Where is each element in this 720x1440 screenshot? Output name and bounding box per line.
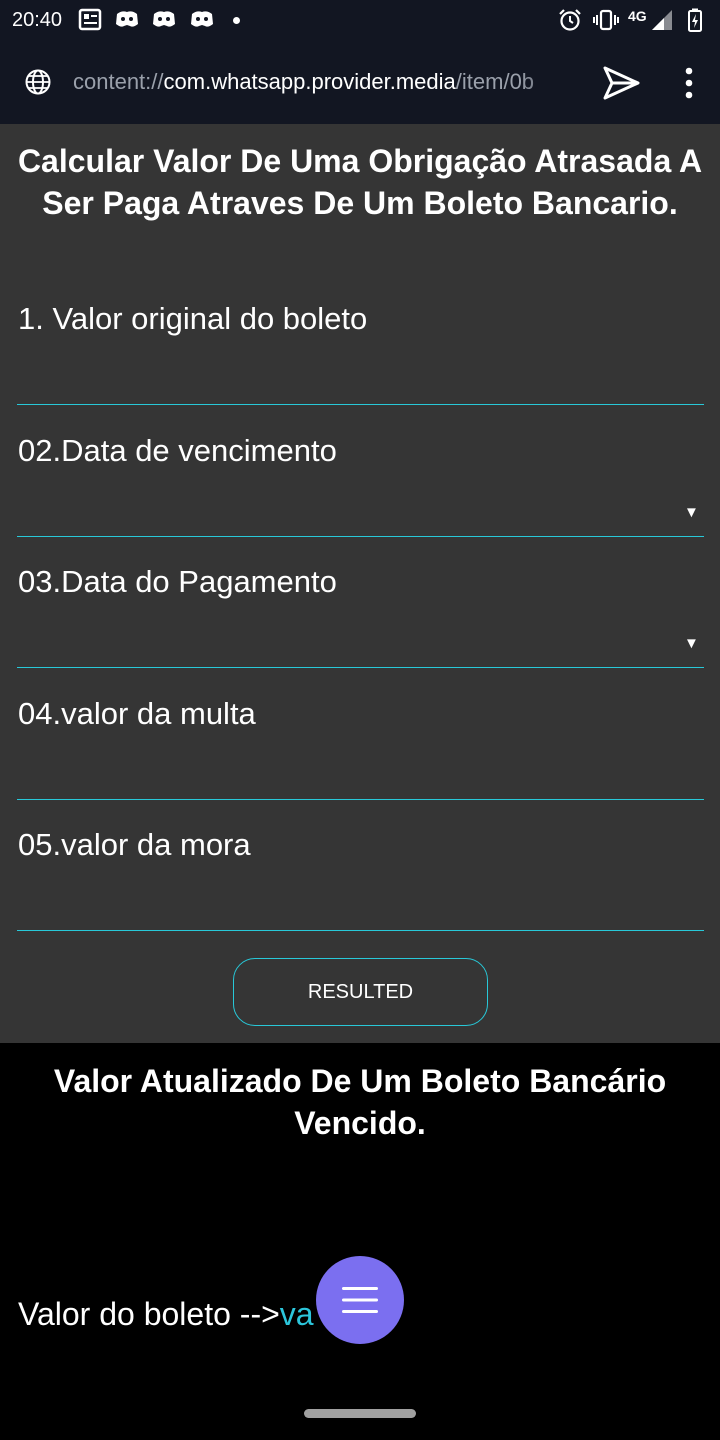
result-line: Valor do boleto -->va: [18, 1296, 314, 1333]
resulted-button[interactable]: RESULTED: [233, 958, 488, 1026]
status-time: 20:40: [12, 9, 63, 31]
url-host: com.whatsapp.provider.media: [163, 69, 456, 94]
result-title: Valor Atualizado De Um Boleto Bancário V…: [53, 1063, 667, 1141]
vibrate-icon: [593, 9, 619, 31]
more-vert-icon[interactable]: [684, 67, 694, 99]
dropdown-arrow-icon[interactable]: ▼: [684, 635, 699, 652]
notification-dot-icon: [233, 17, 240, 24]
valor-multa-input[interactable]: [17, 740, 704, 800]
field-label-data-vencimento: 02.Data de vencimento: [18, 433, 337, 468]
valor-original-input[interactable]: [17, 345, 704, 405]
discord-icon: [153, 11, 175, 27]
field-label-data-pagamento: 03.Data do Pagamento: [18, 564, 337, 599]
calculator-form: Calcular Valor De Uma Obrigação Atrasada…: [0, 124, 720, 1043]
gesture-nav-handle[interactable]: [304, 1409, 416, 1418]
fab-menu-button[interactable]: [316, 1256, 404, 1344]
dropdown-arrow-icon[interactable]: ▼: [684, 504, 699, 521]
network-type-label: 4G: [628, 8, 647, 24]
url-fade: [520, 62, 580, 102]
status-bar: 20:40 4G: [0, 0, 720, 42]
field-label-valor-original: 1. Valor original do boleto: [18, 301, 368, 336]
url-text[interactable]: content://com.whatsapp.provider.media/it…: [73, 69, 575, 95]
signal-icon: [652, 10, 672, 30]
battery-charging-icon: [688, 8, 702, 32]
discord-icon: [191, 11, 213, 27]
url-scheme: content://: [73, 69, 164, 94]
alarm-icon: [559, 9, 581, 31]
hamburger-menu-icon: [342, 1287, 378, 1313]
valor-mora-input[interactable]: [17, 871, 704, 931]
data-vencimento-select[interactable]: [17, 477, 704, 537]
globe-icon: [25, 69, 51, 95]
field-label-valor-multa: 04.valor da multa: [18, 696, 256, 731]
newspaper-icon: [78, 8, 102, 31]
result-label: Valor do boleto -->: [18, 1296, 280, 1332]
result-value: va: [279, 1296, 314, 1332]
send-icon[interactable]: [601, 64, 641, 102]
field-label-valor-mora: 05.valor da mora: [18, 827, 251, 862]
data-pagamento-select[interactable]: [17, 608, 704, 668]
url-bar: content://com.whatsapp.provider.media/it…: [0, 42, 720, 124]
form-title: Calcular Valor De Uma Obrigação Atrasada…: [17, 143, 703, 221]
discord-icon: [116, 11, 138, 27]
